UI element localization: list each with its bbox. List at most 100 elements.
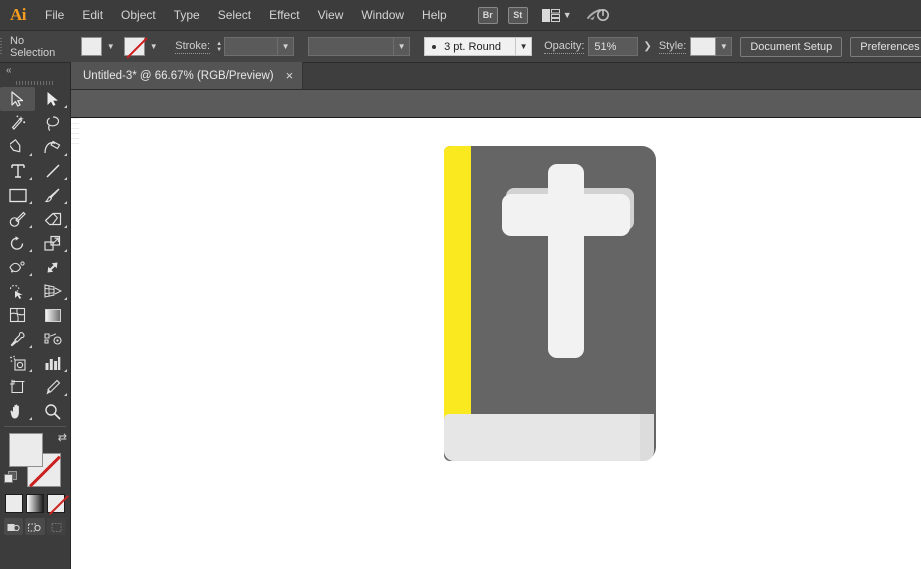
fill-swatch[interactable] [81, 37, 103, 56]
style-label[interactable]: Style: [658, 40, 687, 54]
document-tab-bar: Untitled-3* @ 66.67% (RGB/Preview) × [71, 62, 921, 90]
shape-builder-tool[interactable] [0, 279, 35, 303]
rectangle-tool[interactable] [0, 183, 35, 207]
line-segment-tool[interactable] [35, 159, 70, 183]
document-setup-button[interactable]: Document Setup [740, 36, 843, 57]
opacity-field[interactable]: 51% [588, 37, 639, 56]
stroke-label[interactable]: Stroke: [175, 40, 211, 54]
paintbrush-tool[interactable] [35, 183, 70, 207]
book-pages-edge-shape[interactable] [640, 414, 654, 461]
draw-behind-button[interactable] [25, 518, 45, 535]
menu-file[interactable]: File [36, 0, 73, 31]
preferences-button[interactable]: Preferences [850, 36, 921, 57]
rotate-tool[interactable] [0, 231, 35, 255]
stroke-weight-field[interactable] [224, 37, 279, 56]
stroke-swatch[interactable] [124, 37, 146, 56]
bible-book-illustration[interactable] [444, 146, 656, 461]
type-tool[interactable] [0, 159, 35, 183]
opacity-chevron-right-icon[interactable]: ❯ [638, 41, 656, 52]
free-transform-tool[interactable] [35, 255, 70, 279]
tool-grid [0, 87, 70, 423]
menu-edit[interactable]: Edit [73, 0, 112, 31]
stroke-weight-stepper[interactable]: ▲ ▼ [216, 41, 222, 53]
book-pages-shape[interactable] [444, 414, 652, 461]
close-icon[interactable]: × [286, 69, 294, 82]
stock-button[interactable]: St [507, 6, 528, 24]
illustrator-window: Ai File Edit Object Type Select Effect V… [0, 0, 921, 569]
perspective-grid-tool[interactable] [35, 279, 70, 303]
brush-definition-field[interactable]: 3 pt. Round [424, 37, 517, 56]
slice-tool[interactable] [35, 375, 70, 399]
eraser-tool[interactable] [35, 207, 70, 231]
selection-tool[interactable] [0, 87, 35, 111]
hand-tool[interactable] [0, 399, 35, 423]
curvature-tool[interactable] [35, 135, 70, 159]
eyedropper-tool[interactable] [0, 327, 35, 351]
document-tab-title: Untitled-3* @ 66.67% (RGB/Preview) [83, 69, 274, 82]
menu-help[interactable]: Help [413, 0, 456, 31]
document-tab[interactable]: Untitled-3* @ 66.67% (RGB/Preview) × [71, 62, 304, 89]
chevron-down-icon[interactable]: ▼ [563, 10, 572, 20]
selection-status: No Selection [10, 34, 56, 59]
none-mode-button[interactable] [47, 494, 65, 513]
menu-window[interactable]: Window [352, 0, 413, 31]
drawing-mode-row [0, 513, 70, 535]
stroke-profile-chevron-down-icon[interactable]: ▼ [394, 37, 411, 56]
gradient-mode-button[interactable] [26, 494, 44, 513]
stroke-profile-field[interactable] [308, 37, 395, 56]
brush-definition-value: 3 pt. Round [444, 40, 501, 53]
width-tool[interactable] [0, 255, 35, 279]
menu-view[interactable]: View [309, 0, 353, 31]
swap-fill-stroke-icon[interactable]: ⇄ [58, 431, 67, 444]
opacity-control[interactable]: Opacity: 51% ❯ [544, 37, 657, 56]
stroke-weight-chevron-down-icon[interactable]: ▼ [278, 37, 295, 56]
color-mode-button[interactable] [5, 494, 23, 513]
style-control[interactable]: Style: ▼ [658, 37, 733, 56]
fill-control[interactable]: ▼ [81, 37, 118, 56]
column-graph-tool[interactable] [35, 351, 70, 375]
brush-chevron-down-icon[interactable]: ▼ [516, 37, 533, 56]
artboard-tool[interactable] [0, 375, 35, 399]
style-chevron-down-icon[interactable]: ▼ [716, 37, 733, 56]
scale-tool[interactable] [35, 231, 70, 255]
brush-control[interactable]: 3 pt. Round ▼ [424, 37, 533, 56]
menu-type[interactable]: Type [165, 0, 209, 31]
direct-selection-tool[interactable] [35, 87, 70, 111]
blend-tool[interactable] [35, 327, 70, 351]
stroke-weight-control[interactable]: Stroke: ▲ ▼ ▼ [175, 37, 295, 56]
control-bar: No Selection ▼ ▼ Stroke: ▲ ▼ ▼ ▼ 3 pt. R… [0, 31, 921, 63]
default-fill-stroke-icon[interactable] [4, 471, 17, 484]
stroke-dropdown-chevron-down-icon[interactable]: ▼ [146, 37, 161, 56]
shaper-tool[interactable] [0, 207, 35, 231]
artboard-canvas[interactable] [71, 118, 921, 569]
pen-tool[interactable] [0, 135, 35, 159]
menu-effect[interactable]: Effect [260, 0, 308, 31]
stroke-color-control[interactable]: ▼ [124, 37, 161, 56]
menu-object[interactable]: Object [112, 0, 165, 31]
fill-dropdown-chevron-down-icon[interactable]: ▼ [103, 37, 118, 56]
draw-normal-button[interactable] [4, 518, 24, 535]
book-spine-shape[interactable] [444, 146, 471, 442]
zoom-tool[interactable] [35, 399, 70, 423]
cross-horizontal-shape[interactable] [502, 194, 630, 236]
sync-settings-icon[interactable] [586, 6, 610, 24]
toolbar-collapse-icon[interactable]: « [0, 63, 70, 78]
toolbar-drag-handle[interactable] [0, 78, 70, 87]
lasso-tool[interactable] [35, 111, 70, 135]
draw-inside-button[interactable] [46, 518, 66, 535]
menubar-tools: Br St ▼ [477, 6, 610, 24]
menu-select[interactable]: Select [209, 0, 260, 31]
arrange-documents-icon[interactable]: ▼ [541, 8, 572, 22]
symbol-sprayer-tool[interactable] [0, 351, 35, 375]
bridge-button[interactable]: Br [477, 6, 498, 24]
gradient-tool[interactable] [35, 303, 70, 327]
stroke-profile-control[interactable]: ▼ [308, 37, 411, 56]
magic-wand-tool[interactable] [0, 111, 35, 135]
style-swatch[interactable] [690, 37, 717, 56]
toolbar-fill-swatch[interactable] [9, 433, 43, 467]
opacity-label[interactable]: Opacity: [544, 40, 585, 54]
mesh-tool[interactable] [0, 303, 35, 327]
stepper-down-icon[interactable]: ▼ [216, 47, 222, 53]
fill-stroke-widget: ⇄ [0, 431, 70, 491]
app-logo-icon: Ai [10, 5, 27, 24]
